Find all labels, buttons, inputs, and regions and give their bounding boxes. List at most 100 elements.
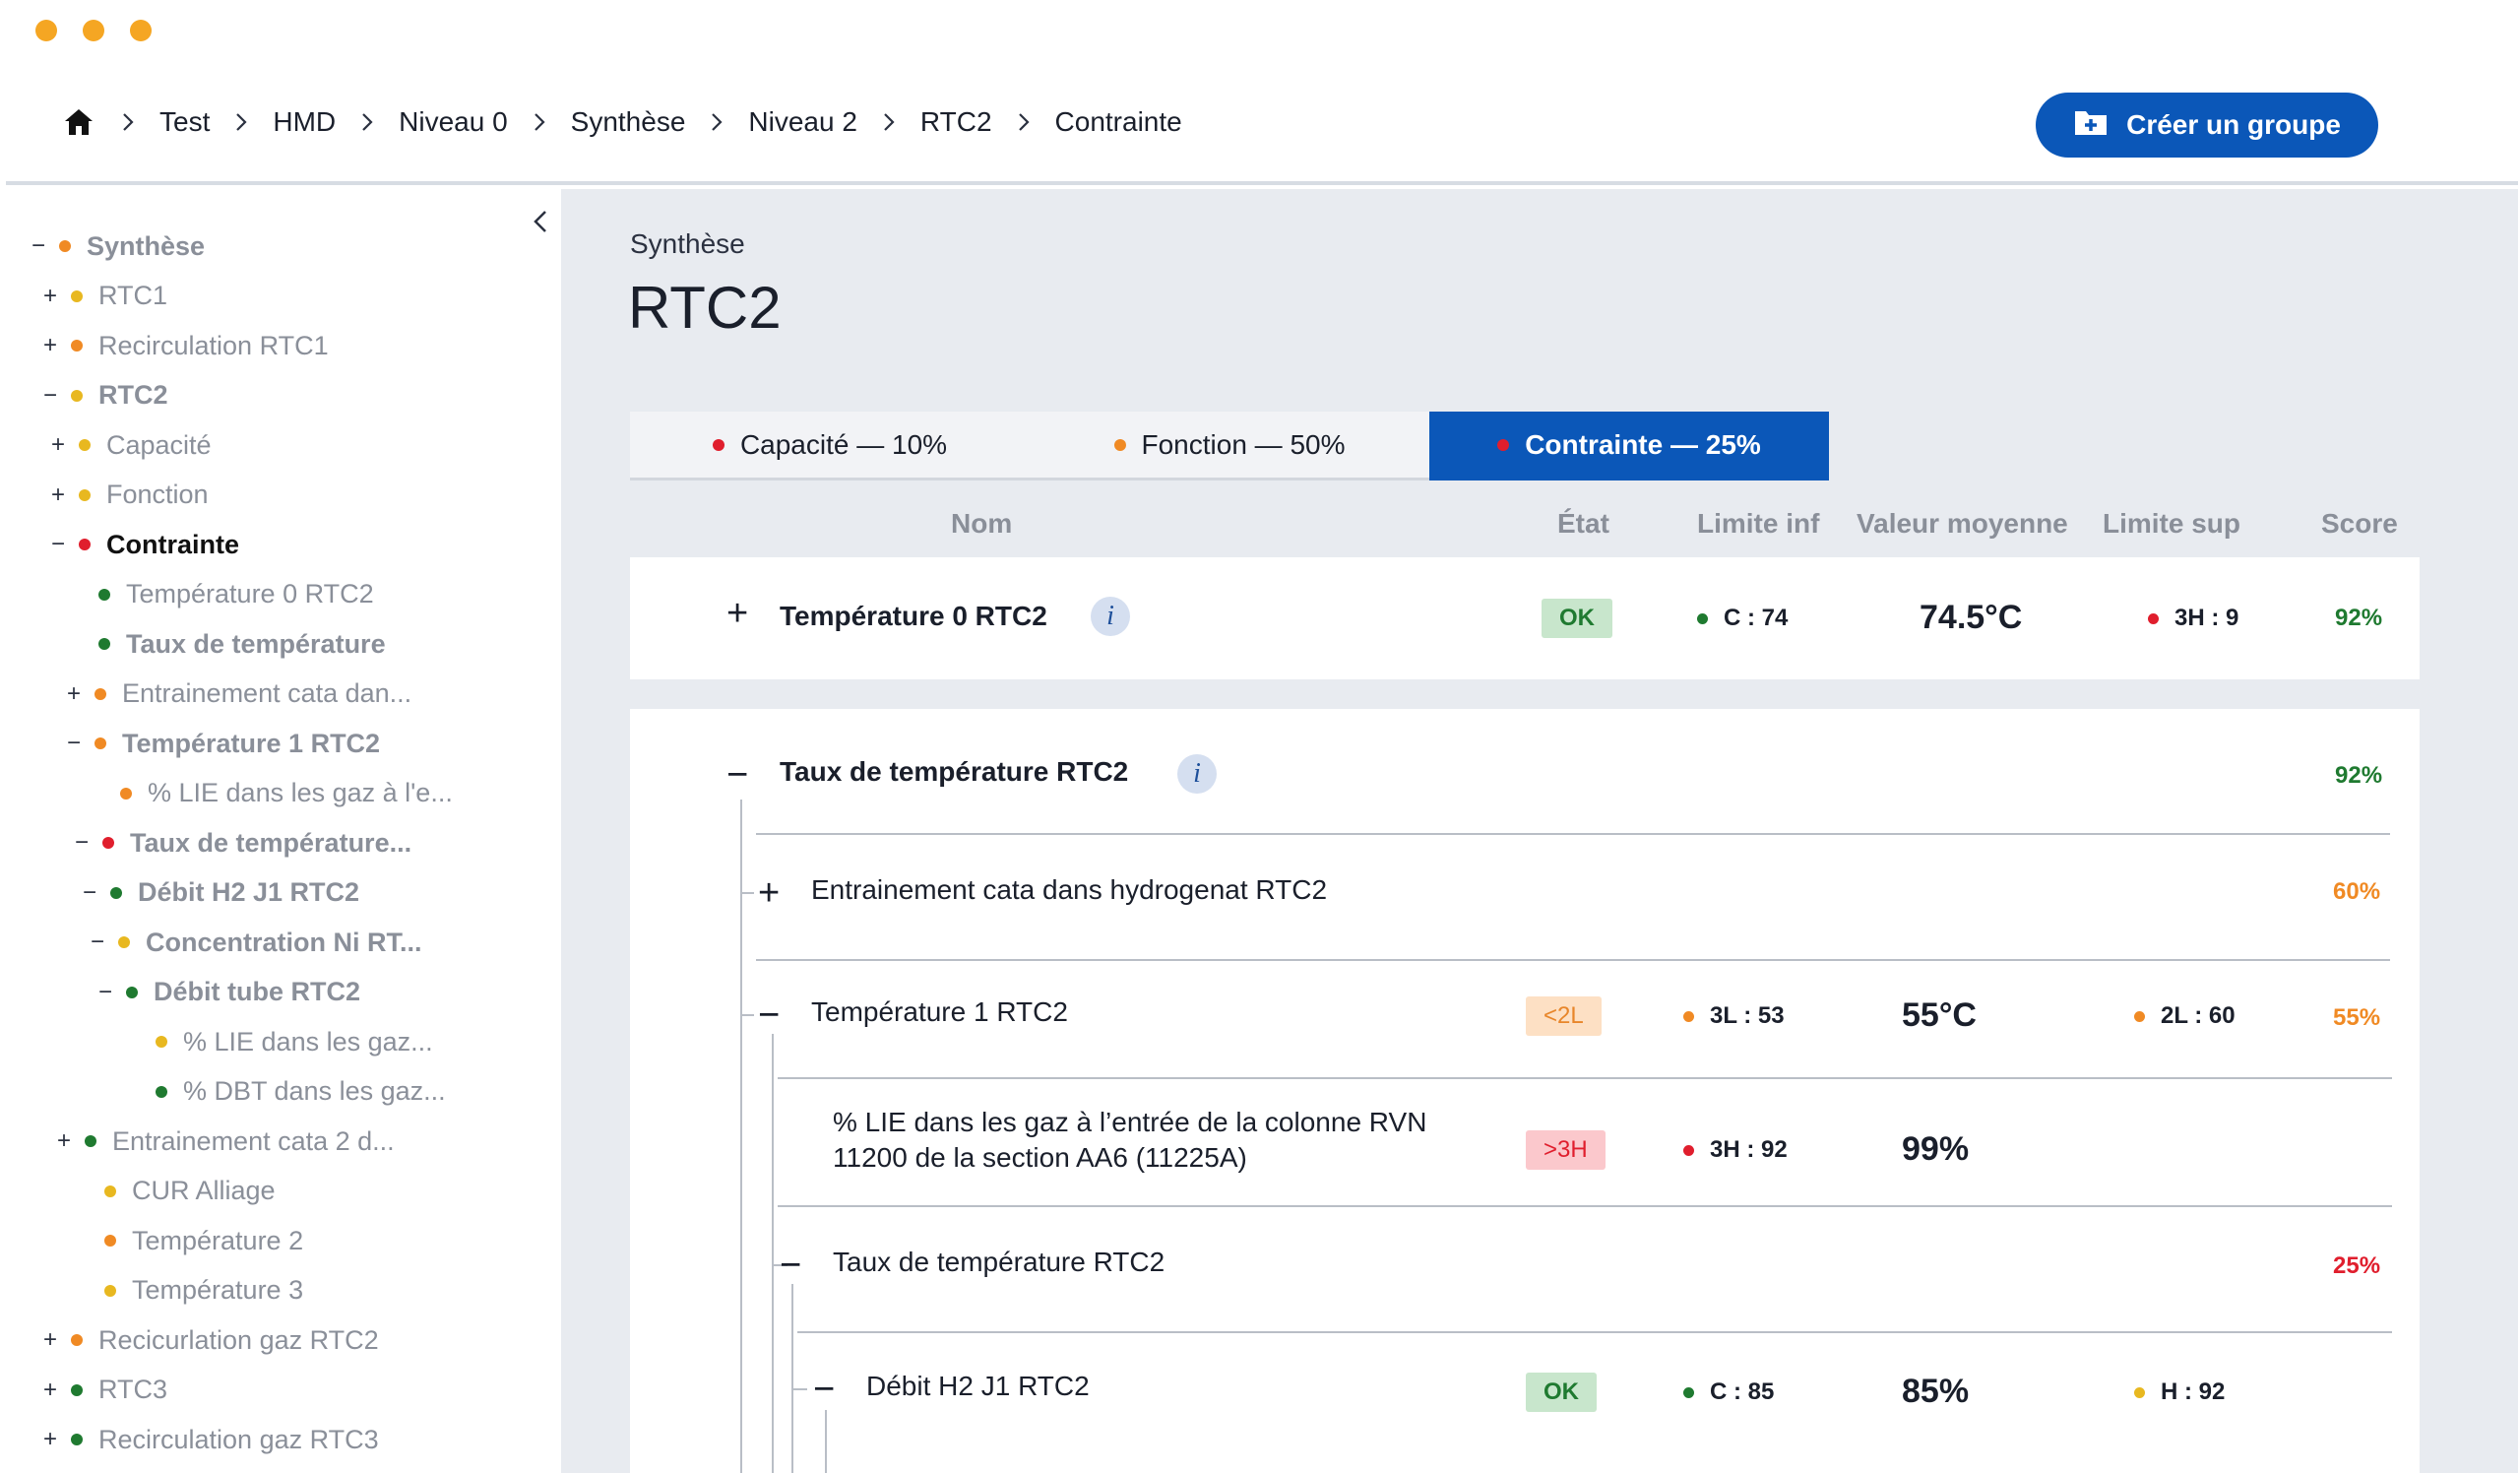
tab-fonction[interactable]: Fonction — 50% bbox=[1030, 412, 1429, 480]
breadcrumb-item[interactable]: Test bbox=[159, 106, 210, 138]
tab-contrainte[interactable]: Contrainte — 25% bbox=[1429, 412, 1829, 480]
score: 92% bbox=[2335, 762, 2383, 789]
column-header-lower-limit[interactable]: Limite inf bbox=[1697, 508, 1819, 540]
sidebar-tree-item[interactable]: − Concentration Ni RT... bbox=[87, 923, 422, 962]
sidebar-tree-item[interactable]: − Température 1 RTC2 bbox=[63, 724, 380, 763]
folder-plus-icon bbox=[2073, 107, 2109, 144]
info-icon[interactable]: i bbox=[1177, 754, 1217, 794]
breadcrumb-item[interactable]: Niveau 2 bbox=[748, 106, 857, 138]
home-icon[interactable] bbox=[61, 104, 96, 140]
sidebar-tree-item[interactable]: + Fonction bbox=[47, 476, 209, 515]
column-header-score[interactable]: Score bbox=[2321, 508, 2398, 540]
sidebar-item-label: Température 0 RTC2 bbox=[126, 579, 374, 608]
sidebar-tree-item[interactable]: + Recicurlation gaz RTC2 bbox=[39, 1320, 379, 1360]
collapse-toggle[interactable]: − bbox=[39, 382, 61, 410]
chevron-right-icon bbox=[1018, 112, 1030, 132]
divider bbox=[756, 959, 2390, 961]
expand-toggle[interactable]: + bbox=[39, 332, 61, 359]
sidebar-tree-item[interactable]: Taux de température bbox=[67, 624, 386, 664]
column-header-average[interactable]: Valeur moyenne bbox=[1857, 508, 2068, 540]
breadcrumb-item[interactable]: Niveau 0 bbox=[399, 106, 508, 138]
status-dot bbox=[71, 1334, 83, 1346]
sidebar-tree-item[interactable]: + RTC1 bbox=[39, 277, 167, 316]
sidebar-tree-item[interactable]: CUR Alliage bbox=[73, 1172, 276, 1211]
breadcrumb-item[interactable]: Contrainte bbox=[1055, 106, 1182, 138]
sidebar-item-label: % LIE dans les gaz à l'e... bbox=[148, 778, 453, 807]
collapse-toggle[interactable]: − bbox=[87, 929, 108, 956]
window-dot[interactable] bbox=[35, 20, 57, 41]
window-dot[interactable] bbox=[130, 20, 152, 41]
sidebar-tree-item[interactable]: + Capacité bbox=[47, 425, 212, 465]
collapse-toggle[interactable]: − bbox=[726, 756, 748, 794]
tab-bar: Capacité — 10% Fonction — 50% Contrainte… bbox=[630, 412, 1829, 480]
sidebar-tree-item[interactable]: % DBT dans les gaz... bbox=[124, 1072, 446, 1112]
chevron-left-icon[interactable] bbox=[528, 207, 553, 236]
expand-toggle[interactable]: + bbox=[63, 680, 85, 708]
sidebar-tree-item[interactable]: + Recirculation RTC1 bbox=[39, 326, 329, 365]
sidebar-tree-item[interactable]: Température 2 bbox=[73, 1221, 303, 1260]
expand-toggle[interactable]: + bbox=[758, 874, 780, 912]
status-dot bbox=[1697, 612, 1708, 624]
collapse-toggle[interactable]: − bbox=[813, 1371, 835, 1408]
expand-toggle[interactable]: + bbox=[39, 1426, 61, 1453]
sidebar-tree-item[interactable]: Température 3 bbox=[73, 1271, 303, 1311]
breadcrumb-item[interactable]: RTC2 bbox=[920, 106, 992, 138]
window-dot[interactable] bbox=[83, 20, 104, 41]
breadcrumb-item[interactable]: HMD bbox=[273, 106, 336, 138]
collapse-toggle[interactable]: − bbox=[28, 232, 49, 260]
sidebar-tree-item[interactable]: + Recirculation gaz RTC3 bbox=[39, 1420, 379, 1459]
tab-capacite[interactable]: Capacité — 10% bbox=[630, 412, 1030, 480]
tree-branch bbox=[740, 892, 754, 894]
collapse-toggle[interactable]: − bbox=[780, 1247, 801, 1284]
status-dot bbox=[94, 737, 106, 749]
sidebar-tree-item[interactable]: − Synthèse bbox=[28, 226, 205, 266]
create-group-button[interactable]: Créer un groupe bbox=[2036, 93, 2378, 158]
collapse-toggle[interactable]: − bbox=[63, 730, 85, 757]
sidebar-tree-item[interactable]: Température 0 RTC2 bbox=[67, 575, 374, 614]
chevron-right-icon bbox=[361, 112, 373, 132]
expand-toggle[interactable]: + bbox=[39, 283, 61, 310]
expand-toggle[interactable]: + bbox=[47, 431, 69, 459]
status-dot bbox=[104, 1235, 116, 1247]
sidebar-tree-item[interactable]: + Entrainement cata 2 d... bbox=[53, 1121, 395, 1161]
upper-limit: H : 92 bbox=[2134, 1378, 2225, 1406]
collapse-toggle[interactable]: − bbox=[71, 829, 93, 857]
sidebar-item-label: Concentration Ni RT... bbox=[146, 927, 422, 957]
breadcrumb-item[interactable]: Synthèse bbox=[571, 106, 686, 138]
column-header-upper-limit[interactable]: Limite sup bbox=[2103, 508, 2240, 540]
state-badge: >3H bbox=[1526, 1130, 1606, 1170]
sidebar-item-label: CUR Alliage bbox=[132, 1176, 276, 1205]
collapse-toggle[interactable]: − bbox=[94, 979, 116, 1006]
expand-toggle[interactable]: + bbox=[39, 1377, 61, 1404]
sidebar-tree-item[interactable]: % LIE dans les gaz à l'e... bbox=[89, 774, 453, 813]
status-dot bbox=[1683, 1144, 1694, 1156]
status-dot bbox=[156, 1085, 167, 1098]
window-controls bbox=[35, 20, 152, 41]
status-dot bbox=[156, 1036, 167, 1048]
collapse-toggle[interactable]: − bbox=[47, 531, 69, 558]
column-header-state[interactable]: État bbox=[1557, 508, 1609, 540]
expand-toggle[interactable]: + bbox=[53, 1127, 75, 1155]
expand-toggle[interactable]: + bbox=[726, 595, 748, 632]
table-row[interactable]: + Température 0 RTC2 i OK C : 74 74.5°C … bbox=[630, 557, 2420, 679]
sidebar-tree-item[interactable]: − Débit tube RTC2 bbox=[94, 973, 360, 1012]
lower-limit: C : 74 bbox=[1697, 605, 1788, 632]
sidebar-tree-item[interactable]: % LIE dans les gaz... bbox=[124, 1022, 433, 1061]
column-header-name[interactable]: Nom bbox=[951, 508, 1012, 540]
sidebar-tree-item[interactable]: − Débit H2 J1 RTC2 bbox=[79, 873, 359, 913]
expand-toggle[interactable]: + bbox=[47, 481, 69, 509]
score: 92% bbox=[2335, 605, 2383, 631]
sidebar-tree-item[interactable]: − Contrainte bbox=[47, 525, 239, 564]
upper-limit-value: 3H : 9 bbox=[2174, 605, 2239, 631]
status-dot bbox=[79, 488, 91, 501]
collapse-toggle[interactable]: − bbox=[79, 879, 100, 907]
sidebar-item-label: % DBT dans les gaz... bbox=[183, 1076, 446, 1106]
info-icon[interactable]: i bbox=[1091, 597, 1130, 636]
sidebar-tree-item[interactable]: − RTC2 bbox=[39, 376, 168, 416]
sidebar-tree-item[interactable]: − Taux de température... bbox=[71, 823, 411, 863]
sidebar-tree-item[interactable]: + RTC3 bbox=[39, 1371, 167, 1410]
sidebar-tree-item[interactable]: + Entrainement cata dan... bbox=[63, 674, 411, 714]
expand-toggle[interactable]: + bbox=[39, 1326, 61, 1354]
collapse-toggle[interactable]: − bbox=[758, 996, 780, 1034]
state-badge: OK bbox=[1526, 1373, 1597, 1412]
